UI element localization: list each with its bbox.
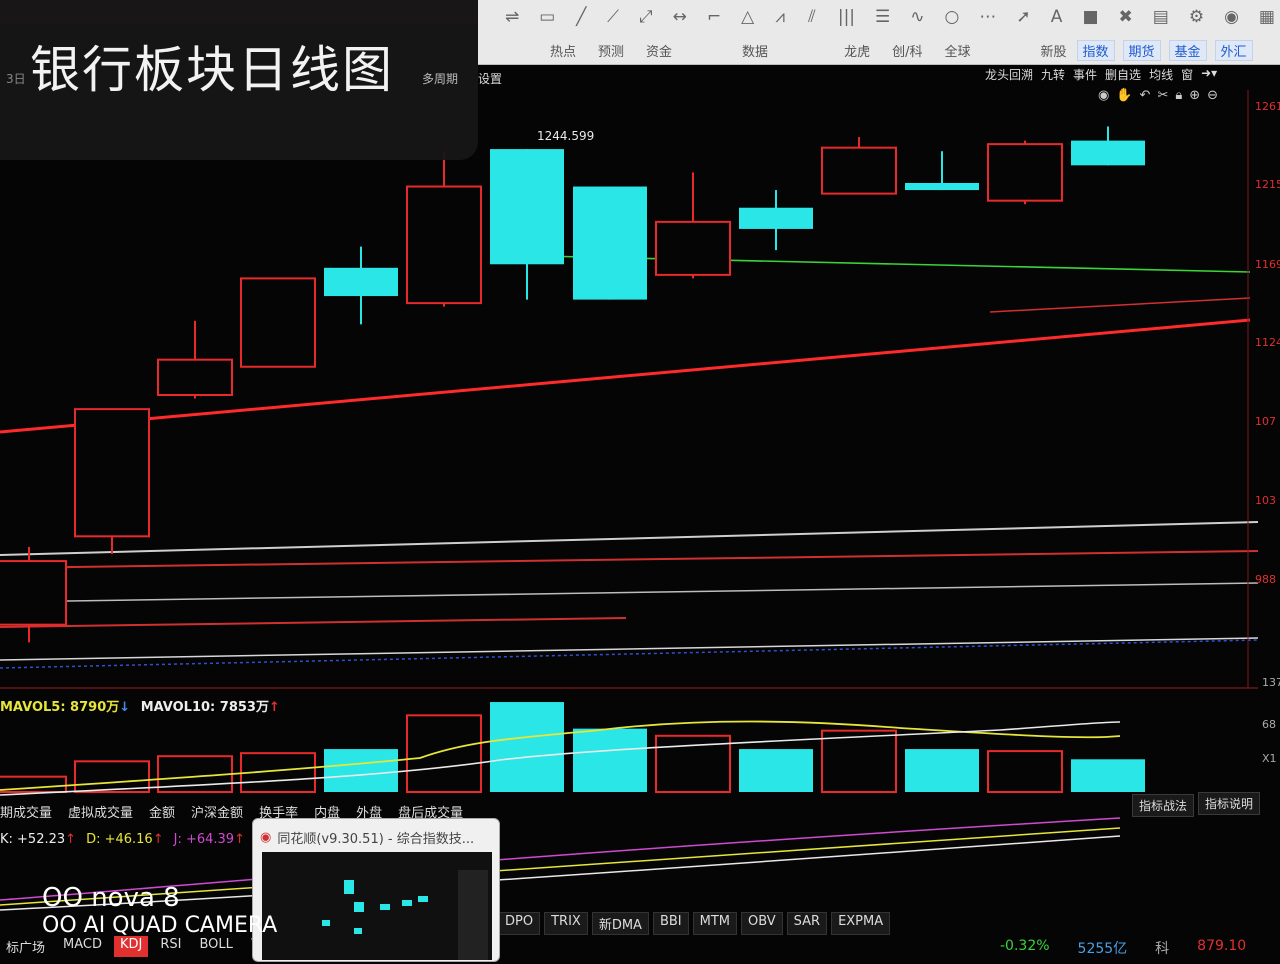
price-tick: 1169 xyxy=(1255,258,1280,271)
undo-icon[interactable]: ↶ xyxy=(1140,88,1151,103)
candle[interactable] xyxy=(987,143,1063,202)
status-change: -0.32% xyxy=(1000,938,1050,954)
candle[interactable] xyxy=(157,358,233,396)
ma-line-red-low xyxy=(0,550,1259,569)
volume-bar xyxy=(1071,759,1145,792)
kdj-legend: K: +52.23↑ D: +46.16↑ J: +64.39↑ xyxy=(0,832,245,847)
ma-line-blue xyxy=(0,639,1259,669)
expand-icon[interactable]: ➜▾ xyxy=(1201,66,1217,83)
mavol10-arrow: ↑ xyxy=(268,700,280,715)
watermark-camera: OO AI QUAD CAMERA xyxy=(42,913,278,938)
vol-axis-tick: 68 xyxy=(1262,718,1276,731)
tab-bbi[interactable]: BBI xyxy=(652,912,689,935)
scissors-icon[interactable]: ✂ xyxy=(1157,88,1168,103)
taskbar-preview-title: ◉ 同花顺(v9.30.51) - 综合指数技... xyxy=(260,830,475,847)
tab-obv[interactable]: OBV xyxy=(740,912,783,935)
status-label: 科 xyxy=(1155,941,1170,957)
ma-line-white-low xyxy=(0,637,1259,661)
candle[interactable] xyxy=(406,185,482,305)
tab-expma[interactable]: EXPMA xyxy=(831,912,891,935)
tab-virtual-volume[interactable]: 虚拟成交量 xyxy=(68,802,133,821)
volume-bar xyxy=(987,750,1063,793)
kdj-j-value: J: +64.39↑ xyxy=(173,832,245,847)
lock-icon[interactable]: 🔒︎ xyxy=(1175,88,1182,103)
price-tick: 988 xyxy=(1255,573,1276,586)
chart-feature-tabs: 龙头回溯 九转 事件 删自选 均线 窗 ➜▾ xyxy=(985,66,1217,83)
volume-bar xyxy=(490,702,564,792)
overlay-title: 银行板块日线图 xyxy=(30,41,394,99)
indicator-tabs-right: DPO TRIX 新DMA BBI MTM OBV SAR EXPMA xyxy=(498,912,891,935)
volume-bar xyxy=(573,728,647,792)
candle[interactable] xyxy=(74,408,150,538)
kdj-d-value: D: +46.16↑ xyxy=(86,832,164,847)
mavol5-arrow: ↓ xyxy=(119,700,131,715)
volume-bar xyxy=(905,749,979,792)
tab-amount[interactable]: 金额 xyxy=(149,802,175,821)
zoom-out-icon[interactable]: ⊖ xyxy=(1207,88,1218,103)
eye-icon[interactable]: ◉ xyxy=(1098,88,1109,103)
price-tick: 1261 xyxy=(1255,100,1280,113)
zoom-in-icon[interactable]: ⊕ xyxy=(1189,88,1200,103)
status-value: 879.10 xyxy=(1197,938,1247,954)
mavol10-value: MAVOL10: 7853万 xyxy=(140,700,269,715)
price-tick: 1124 xyxy=(1255,336,1280,349)
status-bar: -0.32% 5255亿 科 879.10 xyxy=(1000,938,1246,958)
mavol5-value: MAVOL5: 8790万 xyxy=(0,700,120,715)
vol-axis-tick: 137 xyxy=(1262,676,1280,689)
multi-period-button[interactable]: 多周期 xyxy=(422,70,458,87)
tab-trix[interactable]: TRIX xyxy=(544,912,588,935)
tab-leader-review[interactable]: 龙头回溯 xyxy=(985,66,1033,83)
ma-line-grey xyxy=(0,582,1259,603)
vol-axis-tick: X1 xyxy=(1262,752,1277,765)
tab-remove-favorite[interactable]: 删自选 xyxy=(1105,66,1141,83)
volume-bar xyxy=(821,729,897,794)
indicator-help-button[interactable]: 指标说明 xyxy=(1198,792,1261,815)
ma-line-red-upper xyxy=(989,297,1251,313)
hand-icon[interactable]: ✋ xyxy=(1116,88,1132,103)
candle[interactable] xyxy=(240,277,316,368)
tab-hs-amount[interactable]: 沪深金额 xyxy=(191,802,243,821)
tab-events[interactable]: 事件 xyxy=(1073,66,1097,83)
candle[interactable] xyxy=(655,220,731,276)
candle[interactable] xyxy=(905,183,979,191)
taskbar-preview-thumbnail xyxy=(262,852,492,960)
volume-bar xyxy=(739,749,813,792)
candle[interactable] xyxy=(324,267,398,297)
tab-new-dma[interactable]: 新DMA xyxy=(591,912,649,935)
kdj-k-value: K: +52.23↑ xyxy=(0,832,77,847)
candle[interactable] xyxy=(821,146,897,195)
candle[interactable] xyxy=(490,149,564,265)
watermark-model: OO nova 8 xyxy=(42,883,180,913)
camera-watermark: OO nova 8 OO AI QUAD CAMERA xyxy=(42,884,277,940)
candle[interactable] xyxy=(739,207,813,229)
mavol-legend: MAVOL5: 8790万↓ MAVOL10: 7853万↑ xyxy=(0,696,280,715)
tab-mtm[interactable]: MTM xyxy=(692,912,737,935)
tab-nine-turn[interactable]: 九转 xyxy=(1041,66,1065,83)
price-tick: 107 xyxy=(1255,415,1276,428)
tab-ma[interactable]: 均线 xyxy=(1149,66,1173,83)
price-tick: 1215 xyxy=(1255,178,1280,191)
ma-line-red-short xyxy=(0,617,627,628)
tab-sar[interactable]: SAR xyxy=(786,912,828,935)
volume-bar xyxy=(406,714,482,793)
candle[interactable] xyxy=(573,186,647,300)
status-amount: 5255亿 xyxy=(1077,941,1128,957)
candle[interactable] xyxy=(0,560,67,626)
ma-line-white xyxy=(0,521,1259,556)
tab-dpo[interactable]: DPO xyxy=(498,912,541,935)
high-price-label: 1244.599 xyxy=(537,129,594,143)
period-label[interactable]: 3日 xyxy=(6,70,26,87)
indicator-strategy-button[interactable]: 指标战法 xyxy=(1132,794,1195,817)
app-logo-icon: ◉ xyxy=(260,830,272,845)
settings-button[interactable]: 设置 xyxy=(478,70,502,87)
tab-period-volume[interactable]: 期成交量 xyxy=(0,802,52,821)
candle[interactable] xyxy=(1071,140,1145,166)
volume-bar xyxy=(324,749,398,792)
chart-tool-icons: ◉ ✋ ↶ ✂ 🔒︎ ⊕ ⊖ xyxy=(1098,88,1218,103)
tab-window[interactable]: 窗 xyxy=(1181,66,1193,83)
price-tick: 103 xyxy=(1255,494,1276,507)
